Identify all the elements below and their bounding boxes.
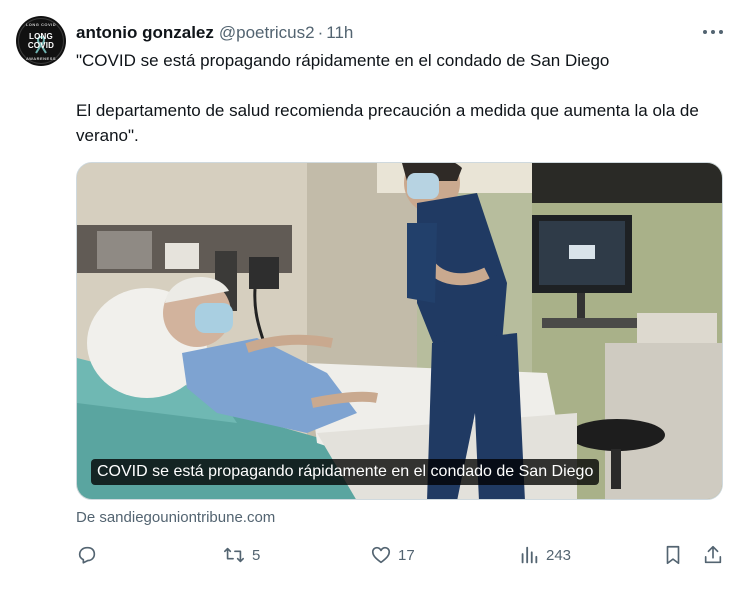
avatar-label-long: LONG — [29, 32, 53, 41]
avatar-label: LONG COVID — [28, 32, 54, 50]
avatar-ring-bottom-text: AWARENESS — [25, 56, 57, 61]
bookmark-button[interactable] — [662, 541, 684, 569]
more-dot — [711, 30, 715, 34]
views-chart-icon — [521, 546, 538, 564]
like-button[interactable]: 17 — [370, 541, 415, 569]
like-count: 17 — [398, 546, 415, 564]
reply-button[interactable] — [76, 541, 104, 569]
bookmark-icon — [666, 545, 680, 565]
link-source[interactable]: De sandiegouniontribune.com — [76, 509, 275, 526]
tweet-timestamp[interactable]: 11h — [326, 23, 353, 43]
share-icon — [704, 545, 722, 564]
views-button[interactable]: 243 — [518, 541, 571, 569]
hospital-room-photo — [77, 163, 722, 499]
retweet-icon — [224, 547, 244, 563]
more-options-button[interactable] — [700, 22, 726, 42]
views-count: 243 — [546, 546, 572, 564]
retweet-button[interactable]: 5 — [222, 541, 260, 569]
tweet-card[interactable]: LONG COVID LONG COVID AWARENESS antonio … — [0, 0, 754, 590]
share-button[interactable] — [702, 541, 724, 569]
tweet-header: antonio gonzalez @poetricus2 · 11h — [76, 21, 353, 45]
retweet-count: 5 — [252, 546, 261, 564]
avatar[interactable]: LONG COVID LONG COVID AWARENESS — [16, 16, 66, 66]
header-separator: · — [317, 23, 324, 42]
user-handle[interactable]: @poetricus2 — [219, 23, 315, 43]
more-dot — [719, 30, 723, 34]
tweet-text: "COVID se está propagando rápidamente en… — [76, 51, 699, 145]
avatar-ring-top-text: LONG COVID — [25, 22, 57, 27]
more-horizontal-icon — [703, 30, 707, 34]
media-caption: COVID se está propagando rápidamente en … — [91, 459, 600, 485]
tweet-media-card[interactable]: COVID se está propagando rápidamente en … — [76, 162, 723, 500]
tweet-actions: 5 17 243 — [76, 541, 728, 569]
heart-icon — [371, 546, 391, 564]
avatar-label-covid: COVID — [27, 41, 55, 50]
display-name[interactable]: antonio gonzalez — [76, 23, 214, 43]
reply-icon — [78, 546, 96, 564]
